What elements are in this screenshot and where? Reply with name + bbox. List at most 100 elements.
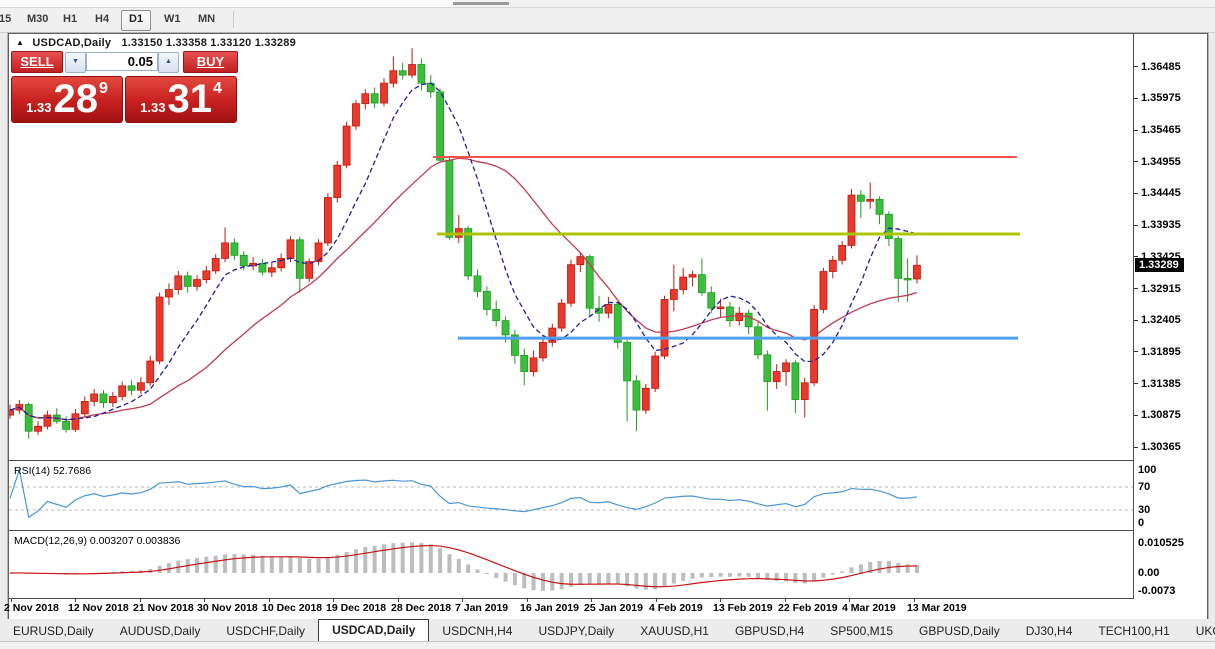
rsi-axis-label: 30 — [1138, 504, 1150, 516]
top-toolbar-strip — [0, 0, 1215, 8]
price-axis-tick — [1134, 130, 1138, 131]
chart-tab-dj30-h4[interactable]: DJ30,H4 — [1013, 621, 1086, 641]
timeframe-button-15[interactable]: 15 — [0, 10, 18, 29]
candle-body — [109, 396, 116, 402]
candle-body — [605, 304, 612, 313]
timeframe-button-h4[interactable]: H4 — [88, 10, 116, 29]
price-axis-label: 1.36485 — [1141, 61, 1181, 73]
macd-bar — [466, 564, 470, 573]
macd-bar — [419, 543, 423, 573]
candle-body — [633, 381, 640, 410]
macd-bar — [541, 573, 545, 591]
timeframe-button-m30[interactable]: M30 — [20, 10, 55, 29]
date-axis-label: 28 Dec 2018 — [391, 602, 451, 614]
candle-body — [820, 272, 827, 310]
chart-tab-usdjpy-daily[interactable]: USDJPY,Daily — [525, 621, 627, 641]
macd-bar — [289, 557, 293, 573]
candle-body — [9, 410, 14, 415]
macd-bar — [335, 555, 339, 573]
date-axis-label: 7 Jan 2019 — [455, 602, 508, 614]
buy-button[interactable]: BUY — [183, 51, 238, 73]
sell-price-quote[interactable]: 1.33 28 9 — [11, 76, 123, 123]
date-axis-label: 12 Nov 2018 — [68, 602, 129, 614]
candle-body — [362, 94, 369, 104]
price-axis-tick — [1134, 320, 1138, 321]
volume-increase-button[interactable]: ▲ — [158, 52, 179, 73]
candle-body — [624, 342, 631, 381]
date-axis-label: 30 Nov 2018 — [197, 602, 258, 614]
volume-decrease-button[interactable]: ▼ — [65, 52, 86, 73]
rsi-line[interactable] — [10, 470, 917, 518]
chart-tab-eurusd-daily[interactable]: EURUSD,Daily — [0, 621, 107, 641]
date-axis-label: 13 Feb 2019 — [713, 602, 773, 614]
price-axis-label: 1.30365 — [1141, 441, 1181, 453]
rsi-axis-label: 0 — [1138, 517, 1144, 529]
candle-body — [437, 92, 444, 160]
macd-bar — [709, 573, 713, 577]
candle-body — [857, 195, 864, 201]
macd-axis-label: -0.0073 — [1138, 585, 1175, 597]
price-axis-tick — [1134, 161, 1138, 162]
chart-tab-audusd-daily[interactable]: AUDUSD,Daily — [107, 621, 214, 641]
timeframe-button-w1[interactable]: W1 — [157, 10, 188, 29]
buy-price-quote[interactable]: 1.33 31 4 — [125, 76, 237, 123]
macd-bar — [859, 564, 863, 573]
chart-tab-ukc[interactable]: UKC — [1183, 621, 1215, 641]
price-axis-label: 1.31385 — [1141, 378, 1181, 390]
macd-bar — [373, 546, 377, 573]
macd-bar — [204, 557, 208, 573]
macd-bar — [317, 559, 321, 573]
price-axis-label: 1.34955 — [1141, 156, 1181, 168]
macd-signal-line[interactable] — [10, 546, 917, 587]
chart-tab-xauusd-h1[interactable]: XAUUSD,H1 — [627, 621, 722, 641]
macd-bar — [532, 573, 536, 590]
toolbar-scroll-thumb[interactable] — [453, 2, 509, 5]
chart-tab-sp500-m15[interactable]: SP500,M15 — [817, 621, 906, 641]
sell-button[interactable]: SELL — [11, 51, 63, 73]
chart-tab-usdcad-daily[interactable]: USDCAD,Daily — [318, 619, 429, 641]
candle-body — [642, 388, 649, 410]
macd-bar — [691, 573, 695, 579]
candle-body — [381, 83, 388, 103]
macd-bar — [504, 573, 508, 582]
macd-bar — [812, 573, 816, 581]
chart-title: ▲ USDCAD,Daily 1.33150 1.33358 1.33120 1… — [16, 37, 296, 49]
candle-body — [128, 386, 135, 390]
chart-tab-usdchf-daily[interactable]: USDCHF,Daily — [213, 621, 318, 641]
chart-tab-tech100-h1[interactable]: TECH100,H1 — [1085, 621, 1182, 641]
chart-tab-gbpusd-daily[interactable]: GBPUSD,Daily — [906, 621, 1013, 641]
candle-body — [306, 262, 313, 279]
candle-body — [689, 275, 696, 277]
sell-price-prefix: 1.33 — [26, 100, 51, 115]
date-axis-label: 22 Feb 2019 — [778, 602, 838, 614]
macd-bar — [438, 548, 442, 573]
candle-body — [913, 265, 920, 279]
date-axis-label: 25 Jan 2019 — [584, 602, 643, 614]
timeframe-button-mn[interactable]: MN — [191, 10, 222, 29]
ma-fast-line[interactable] — [10, 83, 917, 420]
collapse-triangle-icon[interactable]: ▲ — [16, 38, 24, 47]
price-axis-tick — [1134, 98, 1138, 99]
timeframe-button-d1[interactable]: D1 — [121, 10, 151, 31]
macd-bar — [476, 569, 480, 573]
date-axis-label: 10 Dec 2018 — [262, 602, 322, 614]
macd-bar — [578, 573, 582, 584]
chart-tab-usdcnh-h4[interactable]: USDCNH,H4 — [429, 621, 525, 641]
candle-body — [296, 240, 303, 279]
timeframe-button-h1[interactable]: H1 — [56, 10, 84, 29]
price-axis-label: 1.35465 — [1141, 124, 1181, 136]
macd-bar — [850, 567, 854, 573]
candle-body — [783, 363, 790, 372]
candle-body — [539, 342, 546, 358]
candle-body — [745, 313, 752, 327]
chart-tab-gbpusd-h4[interactable]: GBPUSD,H4 — [722, 621, 817, 641]
ma-slow-line[interactable] — [10, 158, 917, 419]
macd-bar — [158, 566, 162, 573]
volume-input[interactable] — [86, 52, 158, 71]
candle-body — [44, 415, 51, 426]
date-axis-label: 21 Nov 2018 — [133, 602, 194, 614]
price-axis-tick — [1134, 415, 1138, 416]
candle-body — [268, 268, 275, 272]
price-axis-tick — [1134, 66, 1138, 67]
ohlc-values: 1.33150 1.33358 1.33120 1.33289 — [121, 37, 295, 49]
